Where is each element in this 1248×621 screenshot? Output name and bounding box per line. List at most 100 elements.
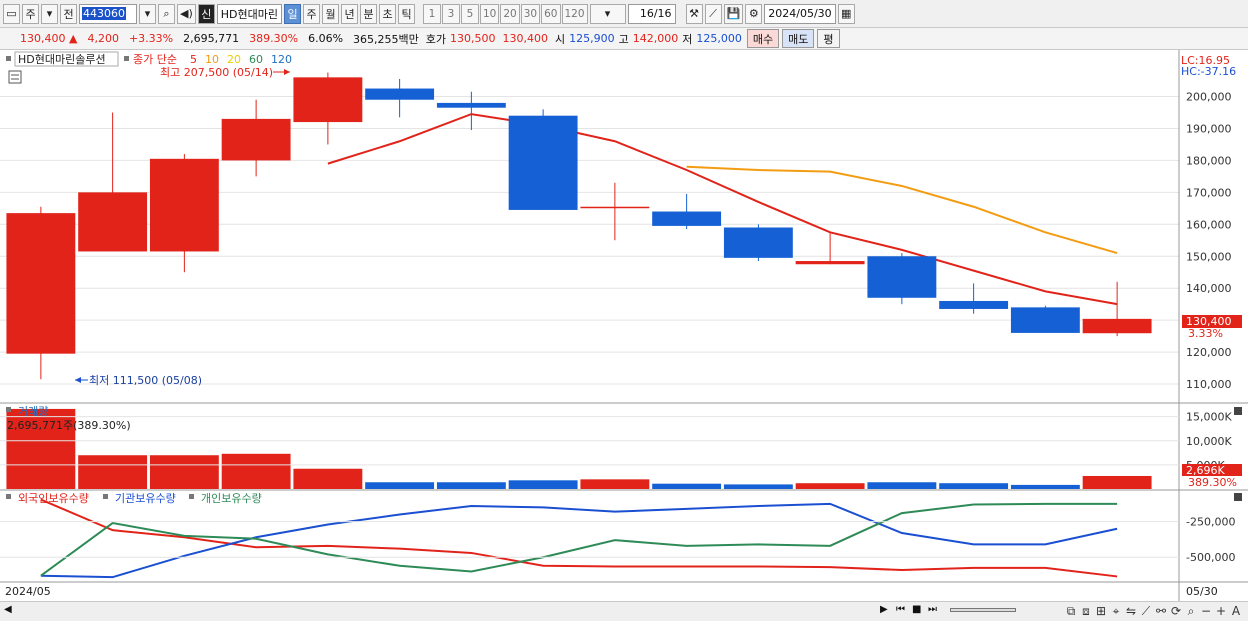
candle-body xyxy=(723,227,793,258)
price-tick: 160,000 xyxy=(1186,218,1232,231)
eval-button[interactable]: 평 xyxy=(817,29,840,48)
rewind-icon[interactable]: ⏮ xyxy=(896,604,905,615)
stop-icon[interactable]: ■ xyxy=(912,604,921,615)
volume-current-pct: 389.30% xyxy=(1188,476,1237,489)
save-icon[interactable]: 💾 xyxy=(723,3,744,24)
moving-average-lines xyxy=(327,113,1118,306)
zoom-slider[interactable] xyxy=(950,608,1016,612)
link-icon[interactable]: ⚯ xyxy=(1155,604,1167,619)
sell-button[interactable]: 매도 xyxy=(782,29,815,48)
layout-icon-2[interactable]: ⧈ xyxy=(1080,604,1092,619)
tools-icon[interactable]: ⚒ xyxy=(685,3,703,24)
layout-icon-3[interactable]: ⊞ xyxy=(1095,604,1107,619)
trend-icon[interactable]: ⟋ xyxy=(1140,604,1152,619)
grid-toggle-icon[interactable] xyxy=(8,70,22,84)
holding-legend-marker xyxy=(103,494,108,499)
interval-3[interactable]: 3 xyxy=(442,3,460,24)
price-change: 4,200 xyxy=(87,32,119,45)
page-counter: 16/16 xyxy=(627,3,676,24)
zoom-in-icon[interactable]: + xyxy=(1215,604,1227,619)
volume-close-icon[interactable] xyxy=(1234,407,1242,415)
speaker-icon[interactable]: ◀) xyxy=(177,3,196,24)
holding-close-icon[interactable] xyxy=(1234,493,1242,501)
zoom-out-icon[interactable]: − xyxy=(1200,604,1212,619)
candle-body xyxy=(149,158,219,252)
interval-60[interactable]: 60 xyxy=(541,3,561,24)
scroll-left-icon[interactable]: ◀ xyxy=(4,604,12,615)
market-button[interactable]: 전 xyxy=(60,3,77,24)
price-tick: 120,000 xyxy=(1186,346,1232,359)
compare-icon[interactable]: ⇋ xyxy=(1125,604,1137,619)
timeframe-1[interactable]: 주 xyxy=(303,3,320,24)
timeframe-6[interactable]: 틱 xyxy=(398,3,415,24)
buy-button[interactable]: 매수 xyxy=(746,29,780,48)
volume-bar xyxy=(78,455,148,489)
foreign-holding-line xyxy=(40,498,1118,578)
window-icon[interactable]: ▭ xyxy=(3,3,20,24)
quote-info-bar: 130,400 ▲ 4,200 +3.33% 2,695,771 389.30%… xyxy=(0,28,1248,50)
volume-bar xyxy=(939,483,1009,489)
interval-30[interactable]: 30 xyxy=(520,3,541,24)
interval-1[interactable]: 1 xyxy=(423,3,441,24)
crosshair-icon[interactable]: ⌖ xyxy=(1110,604,1122,619)
forward-icon[interactable]: ⏭ xyxy=(928,604,937,615)
top-toolbar: ▭ 주 ▾ 전 443060 ▾ ⌕ ◀) 신 HD현대마린 일주월년분초틱 1… xyxy=(0,0,1248,28)
code-dropdown-icon[interactable]: ▾ xyxy=(139,3,156,24)
volume-bar xyxy=(293,468,363,489)
candle-body xyxy=(867,256,937,298)
interval-120[interactable]: 120 xyxy=(561,3,588,24)
volume-bar xyxy=(508,480,578,489)
stock-code-input[interactable]: 443060 xyxy=(79,3,137,24)
current-pct-tag: 3.33% xyxy=(1188,327,1223,340)
stock-name-field[interactable]: HD현대마린 xyxy=(216,3,282,24)
chevron-down-icon[interactable]: ▾ xyxy=(41,3,58,24)
price-tick: 150,000 xyxy=(1186,250,1232,263)
timeframe-5[interactable]: 초 xyxy=(379,3,396,24)
draw-icon[interactable]: ⟋ xyxy=(704,3,722,24)
open-label: 시 xyxy=(555,32,566,46)
candle-body xyxy=(293,77,363,123)
date-field[interactable]: 2024/05/30 xyxy=(764,3,836,24)
bottom-scrollbar: ◀ ▶ ⏮ ■ ⏭ ⧉ ⧈ ⊞ ⌖ ⇋ ⟋ ⚯ ⟳ ⌕ − + A xyxy=(0,601,1248,621)
zoom-icon[interactable]: ⌕ xyxy=(1185,604,1197,619)
interval-dropdown[interactable]: ▾ xyxy=(589,3,626,24)
timeframe-4[interactable]: 분 xyxy=(360,3,377,24)
scroll-track[interactable] xyxy=(16,606,876,618)
gear-icon[interactable]: ⚙ xyxy=(745,3,763,24)
volume-pct: 389.30% xyxy=(249,32,299,45)
chart-controls: ⧉ ⧈ ⊞ ⌖ ⇋ ⟋ ⚯ ⟳ ⌕ − + A xyxy=(1065,604,1242,619)
layout-icon-1[interactable]: ⧉ xyxy=(1065,604,1077,619)
volume-bar xyxy=(867,482,937,489)
volume-bar xyxy=(652,483,722,489)
ma-legend: 5 10 20 60 120 xyxy=(190,53,292,66)
interval-5[interactable]: 5 xyxy=(461,3,479,24)
candle-body xyxy=(652,211,722,226)
timeframe-3[interactable]: 년 xyxy=(341,3,358,24)
low-label: 저 xyxy=(682,32,693,46)
ma-legend-60: 60 xyxy=(249,53,263,66)
candle-body xyxy=(508,115,578,210)
auto-icon[interactable]: A xyxy=(1230,604,1242,619)
high-annotation: 최고 207,500 (05/14) xyxy=(160,66,273,79)
volume-bars xyxy=(6,408,1152,489)
badge-new: 신 xyxy=(197,3,215,24)
volume-label: 거래량 xyxy=(18,405,48,418)
candle-body xyxy=(6,213,76,354)
period-type-select[interactable]: 주 xyxy=(22,3,39,24)
refresh-icon[interactable]: ⟳ xyxy=(1170,604,1182,619)
turnover: 6.06% xyxy=(308,32,344,45)
interval-10[interactable]: 10 xyxy=(480,3,500,24)
panel-marker-icon xyxy=(6,56,11,61)
ma-legend-5: 5 xyxy=(190,53,197,66)
scroll-right-icon[interactable]: ▶ xyxy=(880,604,888,615)
calendar-icon[interactable]: ▦ xyxy=(837,3,855,24)
ma-legend-120: 120 xyxy=(271,53,292,66)
holding-legend-marker xyxy=(189,494,194,499)
interval-20[interactable]: 20 xyxy=(500,3,520,24)
price-tick: 170,000 xyxy=(1186,186,1232,199)
timeframe-0[interactable]: 일 xyxy=(284,3,301,24)
candle-body xyxy=(221,118,291,161)
search-icon[interactable]: ⌕ xyxy=(158,3,175,24)
stock-title: HD현대마린솔루션 xyxy=(18,53,106,66)
timeframe-2[interactable]: 월 xyxy=(322,3,339,24)
